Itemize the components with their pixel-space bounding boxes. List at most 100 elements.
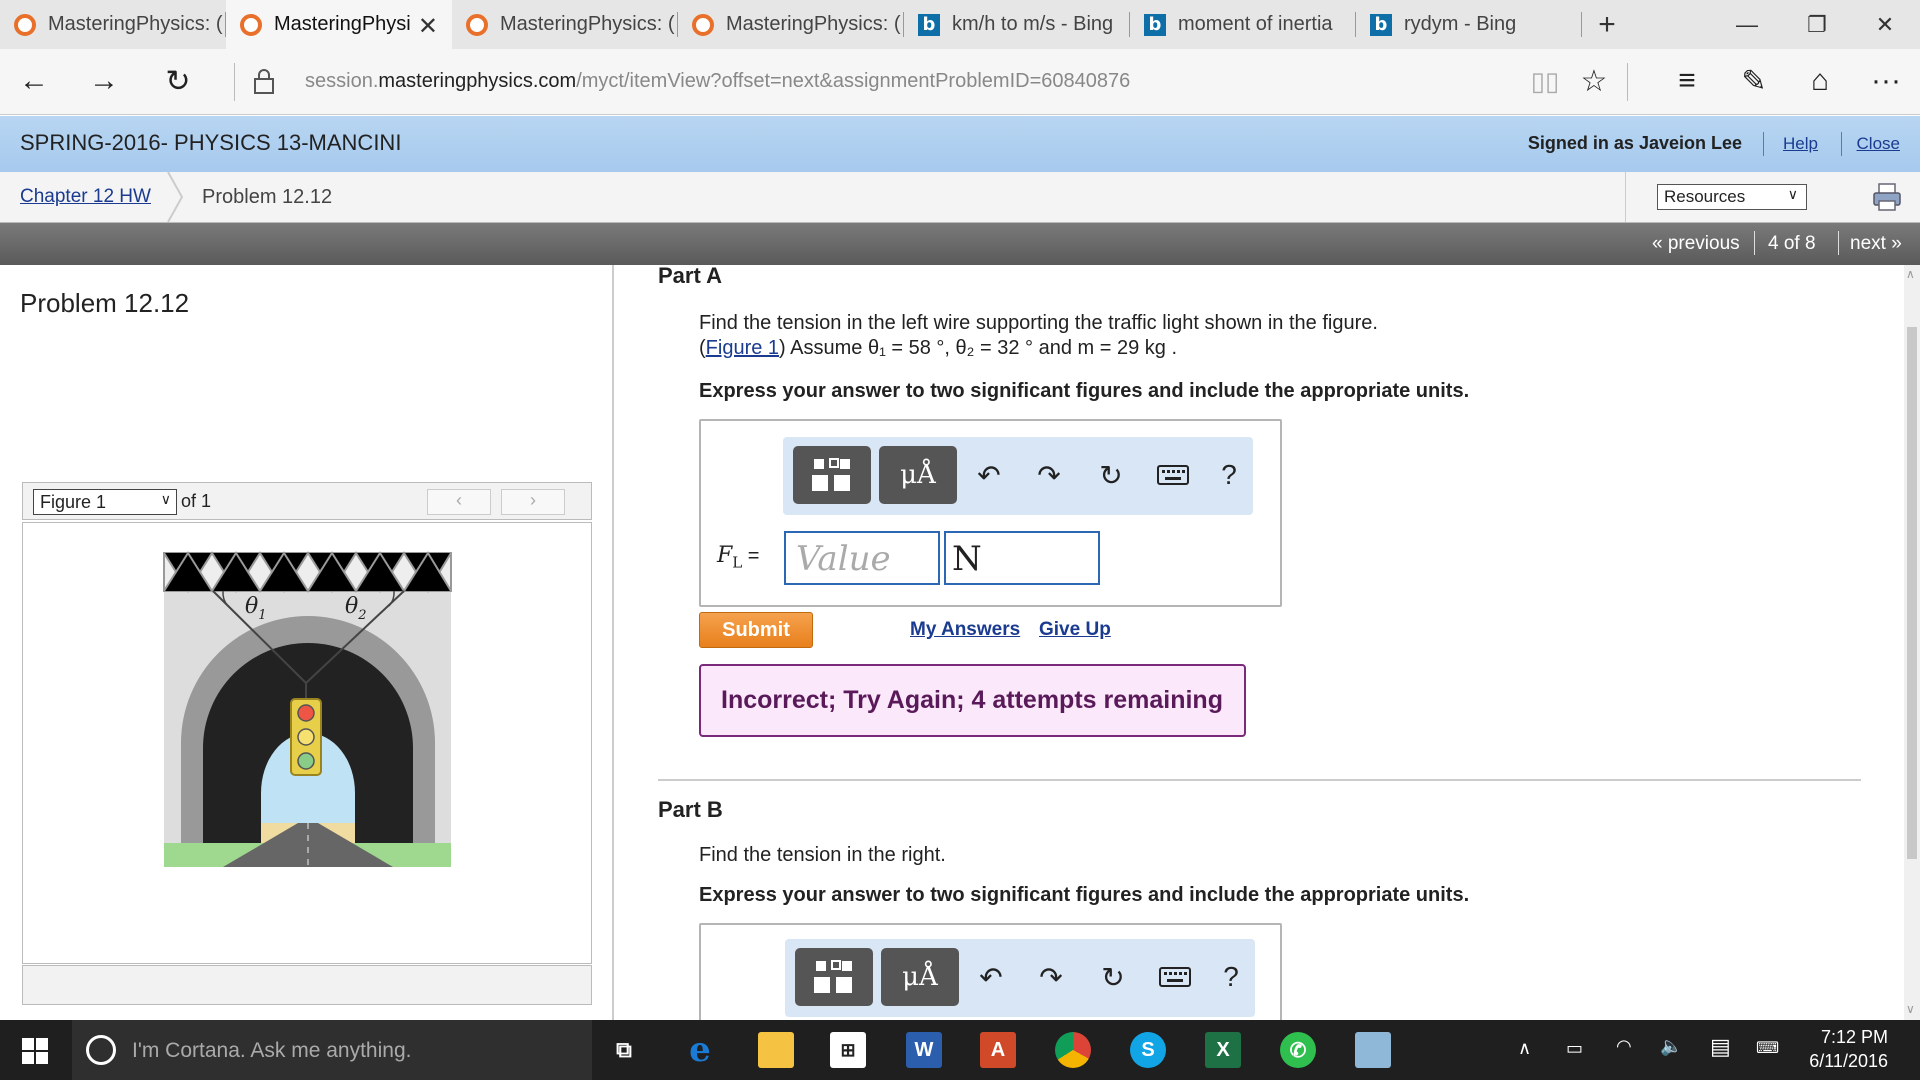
- print-icon[interactable]: [1872, 182, 1902, 217]
- course-title: SPRING-2016- PHYSICS 13-MANCINI: [20, 130, 402, 155]
- browser-tab[interactable]: MasteringPhysics: (: [678, 0, 904, 49]
- redo-icon[interactable]: ↷: [1029, 455, 1069, 495]
- figure-footer: [22, 965, 592, 1005]
- problem-pager: « previous 4 of 8 next »: [0, 223, 1920, 265]
- scroll-up-icon[interactable]: ∧: [1906, 267, 1915, 281]
- chevron-up-icon[interactable]: ∧: [1518, 1038, 1531, 1059]
- browser-tab[interactable]: b km/h to m/s - Bing: [904, 0, 1130, 49]
- tab-label: MasteringPhysics: (: [726, 13, 901, 35]
- answer-unit-input[interactable]: N: [944, 531, 1100, 585]
- tab-label: rydym - Bing: [1404, 13, 1517, 35]
- back-icon[interactable]: ←: [12, 61, 56, 101]
- task-view-icon[interactable]: ⧉: [606, 1032, 642, 1068]
- keyboard-icon[interactable]: [1155, 957, 1195, 997]
- more-icon[interactable]: ···: [1864, 61, 1908, 101]
- reading-view-icon[interactable]: ▯▯: [1523, 61, 1567, 101]
- close-window-icon[interactable]: ✕: [1850, 0, 1920, 49]
- close-tab-icon[interactable]: ✕: [418, 12, 438, 41]
- pager-position: 4 of 8: [1768, 233, 1816, 254]
- templates-icon[interactable]: [795, 948, 873, 1006]
- help-button[interactable]: ?: [1211, 957, 1251, 997]
- units-button[interactable]: μÅ: [879, 446, 957, 504]
- answer-variable-label: FL =: [717, 543, 760, 572]
- figure-panel: θ1 θ2 m: [22, 522, 592, 964]
- help-button[interactable]: ?: [1209, 455, 1249, 495]
- browser-tab[interactable]: b moment of inertia: [1130, 0, 1356, 49]
- app-icon[interactable]: [1355, 1032, 1391, 1068]
- part-a-answer-box: μÅ ↶ ↷ ↻ ? FL = Value N: [699, 419, 1282, 607]
- problem-content: Part A Find the tension in the left wire…: [616, 265, 1904, 1020]
- figure-select[interactable]: Figure 1 ∨: [33, 489, 177, 515]
- figure-count: of 1: [181, 491, 212, 511]
- help-link[interactable]: Help: [1783, 134, 1818, 154]
- system-clock[interactable]: 7:12 PM 6/11/2016: [1809, 1025, 1888, 1073]
- scrollbar-thumb[interactable]: [1907, 327, 1917, 859]
- scroll-down-icon[interactable]: ∨: [1906, 1002, 1915, 1016]
- math-toolbar: μÅ ↶ ↷ ↻ ?: [783, 437, 1253, 515]
- volume-icon[interactable]: 🔈: [1660, 1036, 1682, 1057]
- tab-label: km/h to m/s - Bing: [952, 13, 1114, 35]
- new-tab-button[interactable]: +: [1582, 0, 1632, 49]
- tab-label: MasteringPhysics: (: [48, 13, 223, 35]
- whatsapp-icon[interactable]: ✆: [1280, 1032, 1316, 1068]
- templates-icon[interactable]: [793, 446, 871, 504]
- browser-tab[interactable]: MasteringPhysics: (: [0, 0, 226, 49]
- next-link[interactable]: next »: [1850, 233, 1902, 255]
- figure-1-link[interactable]: Figure 1: [706, 337, 779, 359]
- submit-button[interactable]: Submit: [699, 612, 813, 648]
- chevron-down-icon: ∨: [1787, 186, 1798, 202]
- undo-icon[interactable]: ↶: [969, 455, 1009, 495]
- favorite-star-icon[interactable]: ☆: [1572, 61, 1616, 101]
- cortana-search[interactable]: I'm Cortana. Ask me anything.: [72, 1020, 592, 1080]
- windows-start-icon[interactable]: [22, 1038, 48, 1069]
- chrome-icon[interactable]: [1055, 1032, 1091, 1068]
- figure-next-button[interactable]: ›: [501, 489, 565, 515]
- bing-icon: b: [1144, 13, 1166, 36]
- figure-prev-button[interactable]: ‹: [427, 489, 491, 515]
- share-icon[interactable]: ⌂: [1798, 61, 1842, 101]
- reset-icon[interactable]: ↻: [1093, 957, 1133, 997]
- scrollbar[interactable]: ∧ ∨: [1904, 265, 1920, 1020]
- units-button[interactable]: μÅ: [881, 948, 959, 1006]
- browser-tab-active[interactable]: MasteringPhysi ✕: [226, 0, 452, 49]
- part-b-question: Find the tension in the right.: [699, 844, 946, 866]
- file-explorer-icon[interactable]: [758, 1032, 794, 1068]
- hub-icon[interactable]: ≡: [1665, 61, 1709, 101]
- skype-icon[interactable]: S: [1130, 1032, 1166, 1068]
- browser-tab[interactable]: b rydym - Bing: [1356, 0, 1582, 49]
- restore-icon[interactable]: ❐: [1782, 0, 1852, 49]
- figure-mass-label: m: [337, 700, 358, 725]
- refresh-icon[interactable]: ↻: [156, 61, 200, 101]
- wifi-icon[interactable]: ◠: [1616, 1036, 1632, 1057]
- store-icon[interactable]: ⊞: [830, 1032, 866, 1068]
- browser-tab[interactable]: MasteringPhysics: (: [452, 0, 678, 49]
- previous-link[interactable]: « previous: [1652, 233, 1740, 255]
- forward-icon[interactable]: →: [82, 61, 126, 101]
- my-answers-link[interactable]: My Answers: [910, 619, 1020, 641]
- battery-icon[interactable]: ▭: [1566, 1038, 1583, 1059]
- keyboard-icon[interactable]: [1153, 455, 1193, 495]
- edge-icon[interactable]: e: [682, 1030, 718, 1070]
- problem-title: Problem 12.12: [20, 288, 190, 318]
- redo-icon[interactable]: ↷: [1031, 957, 1071, 997]
- part-a-heading: Part A: [658, 265, 722, 288]
- minimize-icon[interactable]: —: [1712, 0, 1782, 49]
- give-up-link[interactable]: Give Up: [1039, 619, 1111, 641]
- masteringphysics-icon: [466, 13, 488, 36]
- word-icon[interactable]: W: [906, 1032, 942, 1068]
- reset-icon[interactable]: ↻: [1091, 455, 1131, 495]
- close-link[interactable]: Close: [1857, 134, 1900, 154]
- url-field[interactable]: session.masteringphysics.com/myct/itemVi…: [305, 70, 1130, 93]
- bing-icon: b: [1370, 13, 1392, 36]
- part-b-answer-box: μÅ ↶ ↷ ↻ ?: [699, 923, 1282, 1020]
- acrobat-icon[interactable]: A: [980, 1032, 1016, 1068]
- excel-icon[interactable]: X: [1205, 1032, 1241, 1068]
- resources-select[interactable]: Resources ∨: [1657, 184, 1807, 210]
- breadcrumb-assignment-link[interactable]: Chapter 12 HW: [20, 186, 151, 208]
- notification-icon[interactable]: ▤: [1710, 1034, 1731, 1060]
- web-note-icon[interactable]: ✎: [1732, 61, 1776, 101]
- breadcrumb-problem: Problem 12.12: [202, 186, 333, 208]
- undo-icon[interactable]: ↶: [971, 957, 1011, 997]
- answer-value-input[interactable]: Value: [784, 531, 940, 585]
- keyboard-tray-icon[interactable]: ⌨: [1756, 1038, 1779, 1058]
